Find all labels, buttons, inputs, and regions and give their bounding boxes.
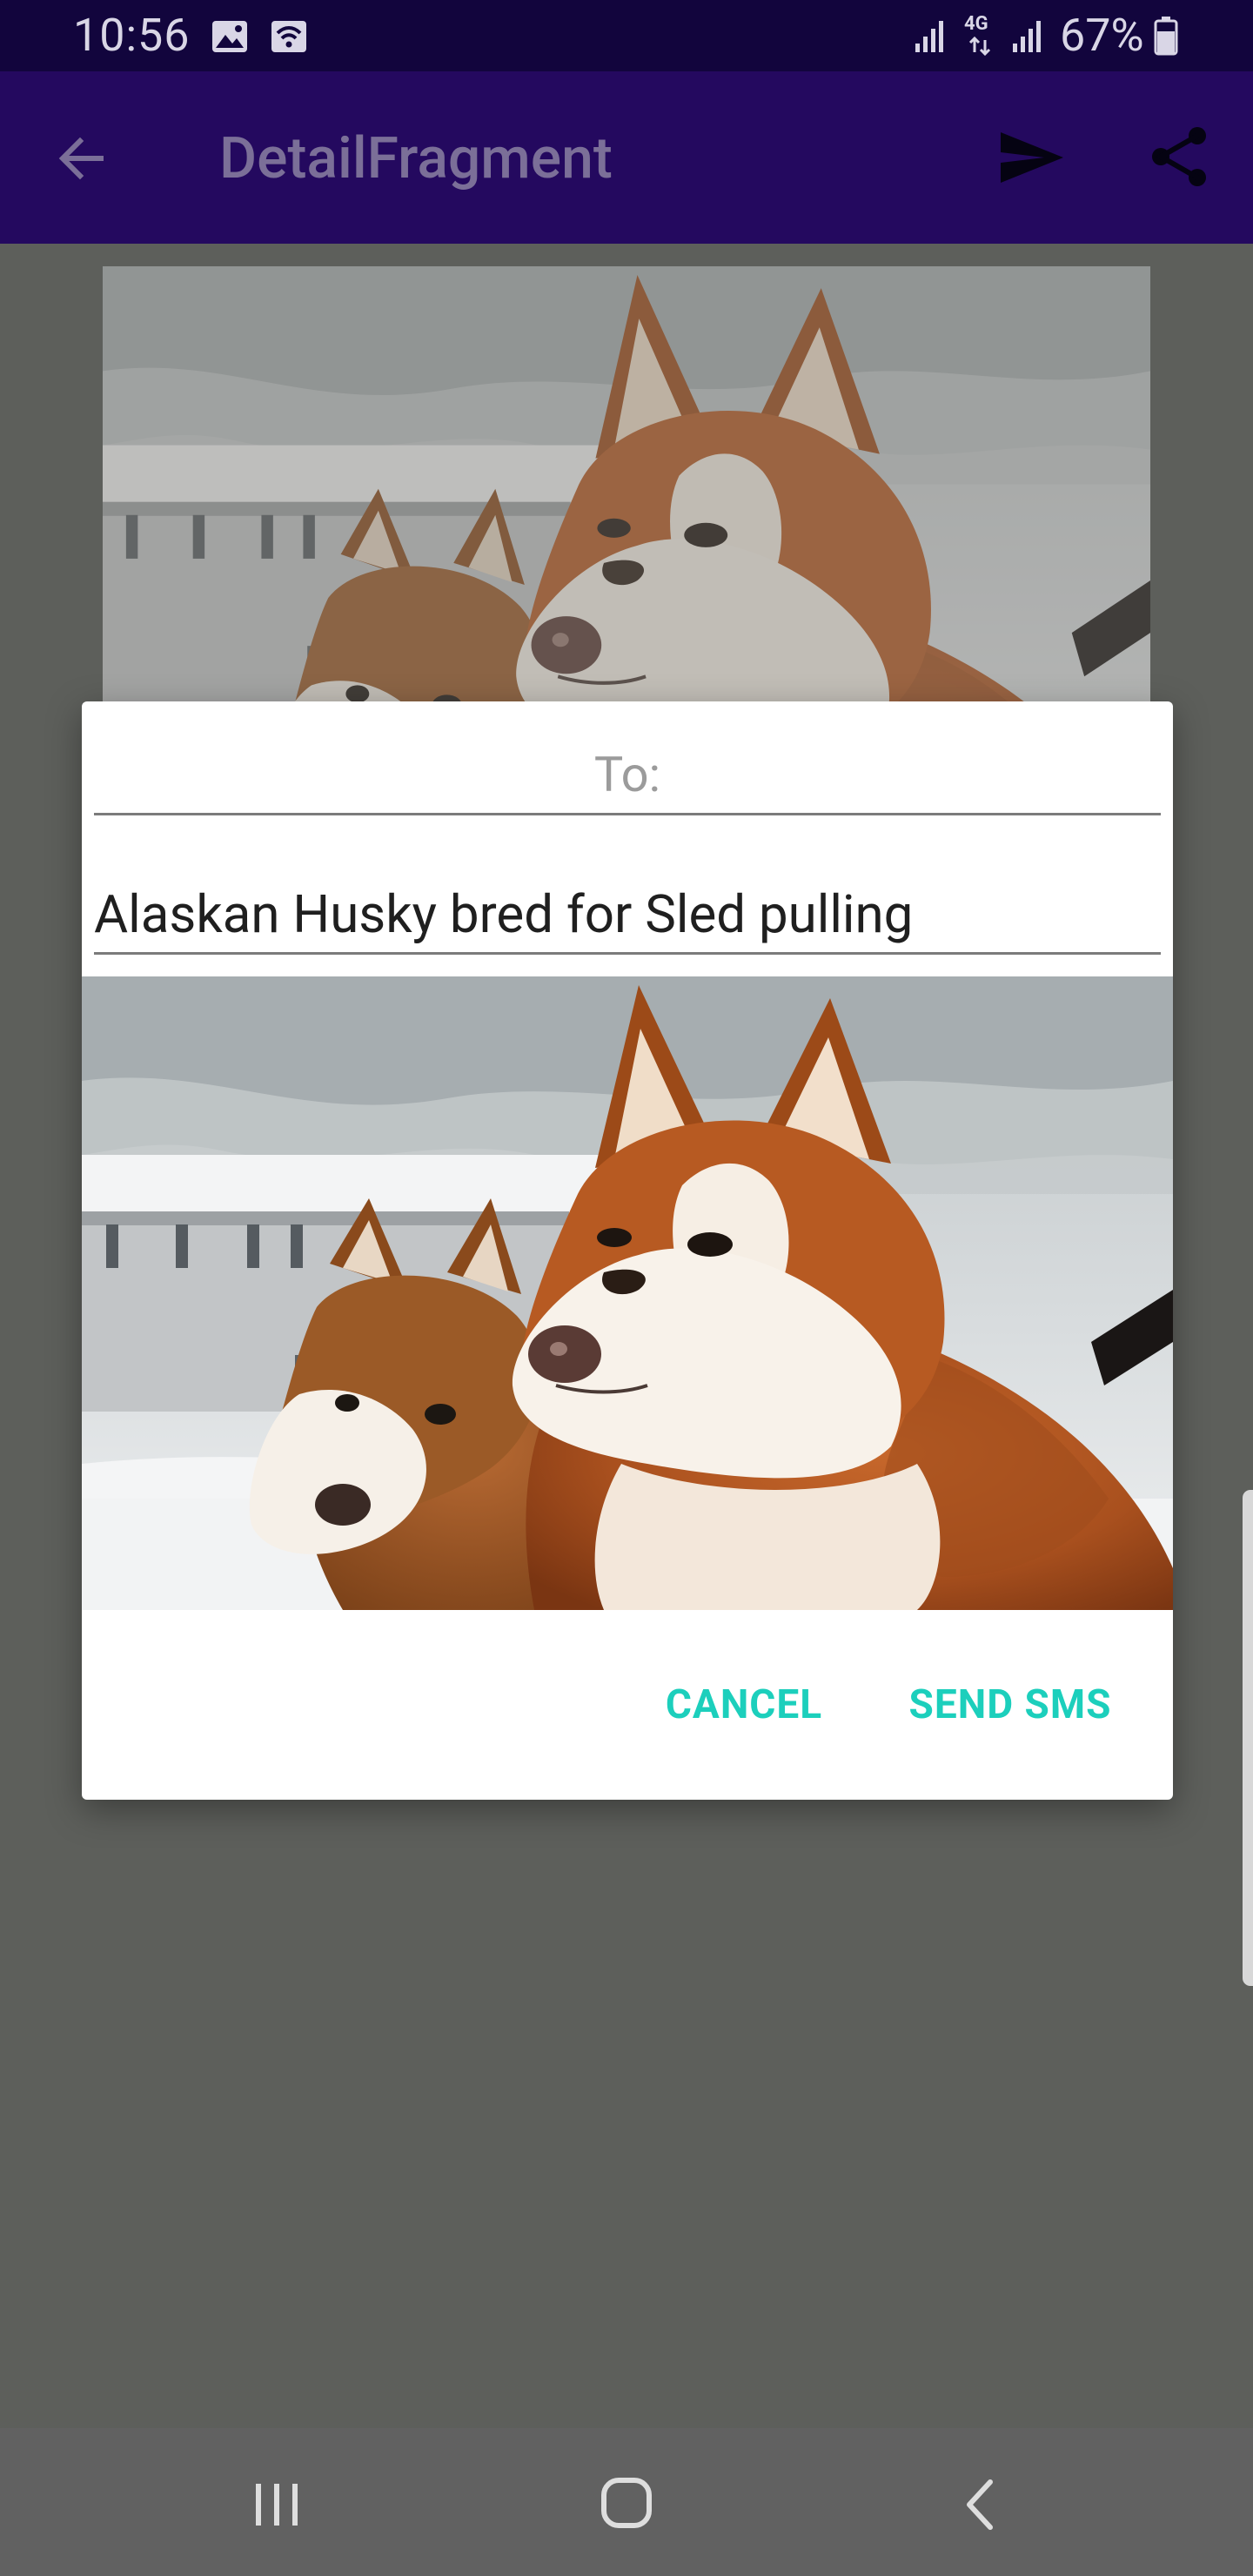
recents-icon[interactable]: [249, 2477, 305, 2532]
network-4g-icon: 4G: [962, 12, 997, 57]
send-sms-button[interactable]: SEND SMS: [881, 1657, 1140, 1753]
wifi-calling-icon: [271, 21, 306, 52]
battery-icon: [1154, 17, 1178, 56]
page-title: DetailFragment: [219, 125, 613, 192]
home-icon[interactable]: [597, 2473, 656, 2532]
recipient-input[interactable]: [94, 736, 1161, 815]
message-input[interactable]: [94, 875, 1161, 955]
cancel-button[interactable]: CANCEL: [651, 1657, 837, 1753]
share-icon[interactable]: [1149, 125, 1211, 188]
image-notification-icon: [212, 21, 247, 52]
app-bar: DetailFragment: [0, 71, 1253, 244]
back-arrow-icon[interactable]: [54, 131, 110, 186]
battery-percent: 67%: [1060, 9, 1144, 62]
screen: 10:56 4G 67% DetailFragment To: Alaskan …: [0, 0, 1253, 2576]
send-sms-dialog: CANCEL SEND SMS: [82, 701, 1173, 1800]
send-icon[interactable]: [999, 129, 1065, 186]
data-arrows-icon: [968, 37, 991, 56]
husky-image: [82, 976, 1173, 1610]
status-bar: 10:56 4G 67%: [0, 0, 1253, 71]
scrollbar-handle[interactable]: [1243, 1490, 1253, 1986]
husky-image: [103, 266, 1150, 701]
back-icon[interactable]: [955, 2475, 1004, 2534]
dialog-image: [82, 976, 1173, 1610]
detail-image: [103, 266, 1150, 701]
navigation-bar: [0, 2428, 1253, 2576]
status-time: 10:56: [73, 9, 191, 62]
signal-icon: [1013, 21, 1041, 52]
signal-icon: [915, 21, 943, 52]
